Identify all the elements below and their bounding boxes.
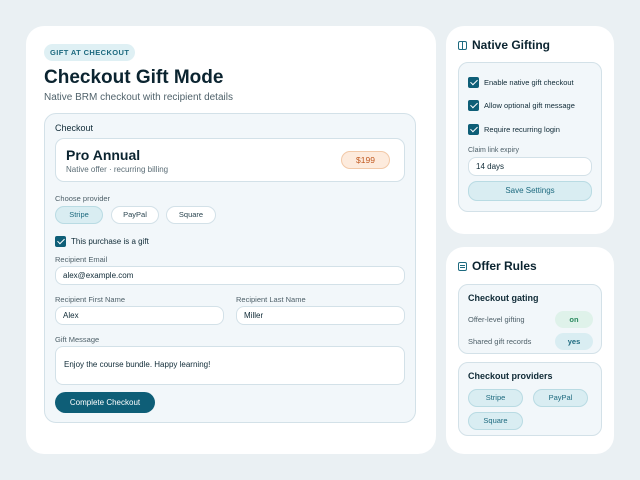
claim-expiry-input[interactable]: 14 days [468,157,592,176]
claim-expiry-label: Claim link expiry [468,147,519,154]
checkout-card: GIFT AT CHECKOUT Checkout Gift Mode Nati… [26,26,436,454]
offer-rules-header: Offer Rules [458,259,537,273]
gift-message-textarea[interactable]: Enjoy the course bundle. Happy learning! [55,346,405,385]
allow-gift-message-checkbox[interactable] [468,100,479,111]
offer-level-gifting-toggle[interactable]: on [555,311,593,328]
native-gifting-title: Native Gifting [472,38,551,52]
offer-level-gifting-label: Offer-level gifting [468,315,525,324]
gift-checkbox-label: This purchase is a gift [71,237,149,246]
gift-icon [458,40,467,50]
list-icon [458,261,467,271]
checkout-gating-panel: Checkout gating Offer-level gifting on S… [458,284,602,354]
provider-stripe-button[interactable]: Stripe [55,206,103,224]
gift-message-label: Gift Message [55,335,100,344]
recipient-email-input[interactable]: alex@example.com [55,266,405,285]
page-title: Checkout Gift Mode [44,67,224,88]
enable-native-gift-label: Enable native gift checkout [484,78,574,87]
shared-gift-records-label: Shared gift records [468,337,532,346]
price-badge: $199 [341,151,390,169]
product-description: Native offer · recurring billing [66,165,169,174]
first-name-input[interactable]: Alex [55,306,224,325]
product-name: Pro Annual [66,147,141,163]
first-name-label: Recipient First Name [55,295,126,304]
native-gifting-panel: Enable native gift checkout Allow option… [458,62,602,212]
offer-rules-title: Offer Rules [472,259,537,273]
enable-native-gift-checkbox[interactable] [468,77,479,88]
checkout-gating-title: Checkout gating [468,293,539,303]
require-recurring-login-checkbox[interactable] [468,124,479,135]
native-gifting-card: Native Gifting Enable native gift checko… [446,26,614,234]
provider-paypal-button[interactable]: PayPal [111,206,159,224]
provider-square-button[interactable]: Square [166,206,216,224]
recipient-email-label: Recipient Email [55,255,108,264]
checkout-providers-panel: Checkout providers Stripe PayPal Square [458,362,602,436]
checkout-providers-title: Checkout providers [468,371,553,381]
checkout-heading: Checkout [55,123,94,133]
last-name-input[interactable]: Miller [236,306,405,325]
rule-provider-paypal[interactable]: PayPal [533,389,588,407]
provider-label: Choose provider [55,194,111,203]
native-gifting-header: Native Gifting [458,38,550,52]
page-subtitle: Native BRM checkout with recipient detai… [44,92,233,103]
allow-gift-message-label: Allow optional gift message [484,101,575,110]
require-recurring-login-label: Require recurring login [484,125,560,134]
product-summary: Pro Annual Native offer · recurring bill… [55,138,405,182]
complete-checkout-button[interactable]: Complete Checkout [55,392,155,413]
gift-checkbox[interactable] [55,236,66,247]
gift-badge: GIFT AT CHECKOUT [44,44,136,61]
checkout-panel: Checkout Pro Annual Native offer · recur… [44,113,416,423]
last-name-label: Recipient Last Name [236,295,306,304]
rule-provider-stripe[interactable]: Stripe [468,389,523,407]
save-settings-button[interactable]: Save Settings [468,181,592,201]
shared-gift-records-toggle[interactable]: yes [555,333,593,350]
rule-provider-square[interactable]: Square [468,412,523,430]
offer-rules-card: Offer Rules Checkout gating Offer-level … [446,247,614,454]
